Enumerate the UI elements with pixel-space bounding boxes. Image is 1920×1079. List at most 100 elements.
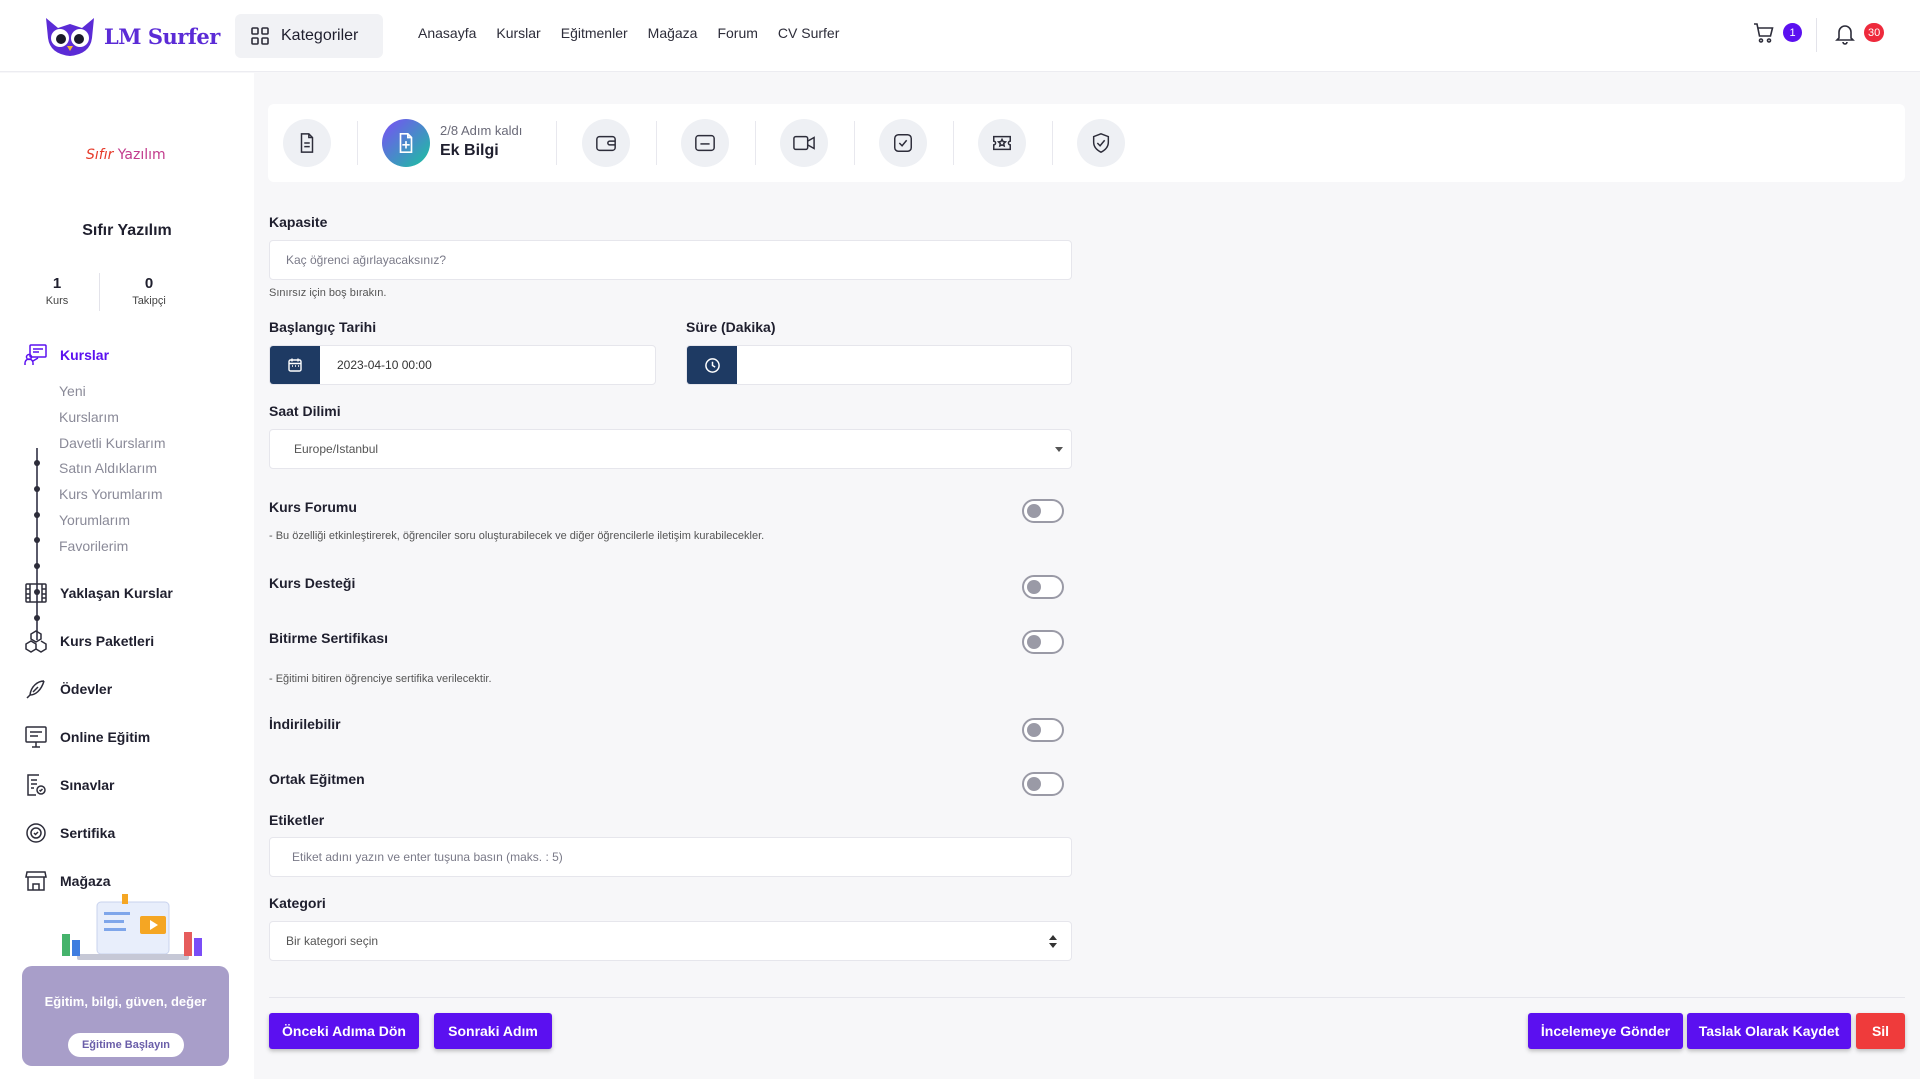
nav-forum[interactable]: Forum [717,25,757,41]
certificate-badge-icon [26,823,46,843]
promo-text: Eğitim, bilgi, güven, değer [44,994,207,1009]
step-4[interactable] [681,119,729,167]
sidebar-item-odevler[interactable]: Ödevler [24,677,112,701]
sort-arrows-icon [1049,935,1057,948]
sidebar-subitem-yorumlarim[interactable]: Yorumlarım [59,512,130,528]
exam-icon [27,774,46,796]
nav-kurslar[interactable]: Kurslar [496,25,540,41]
sidebar-item-yaklasan[interactable]: Yaklaşan Kurslar [24,581,173,605]
capacity-label: Kapasite [269,214,328,230]
nav-magaza[interactable]: Mağaza [648,25,698,41]
film-icon [25,583,47,603]
laptop-illustration-icon [62,894,202,960]
divider [1816,18,1817,52]
start-date-field[interactable]: 2023-04-10 00:00 [269,345,656,385]
duration-label: Süre (Dakika) [686,319,776,335]
stat-value: 1 [52,275,62,292]
step-8[interactable] [1077,119,1125,167]
bell-icon[interactable] [1835,23,1855,45]
forum-toggle[interactable] [1022,499,1064,523]
sidebar-item-magaza[interactable]: Mağaza [24,869,111,893]
sidebar-item-online-egitim[interactable]: Online Eğitim [24,725,150,749]
promo-card: Eğitim, bilgi, güven, değer Eğitime Başl… [22,894,229,1067]
stat-label: Takipçi [132,295,166,307]
nav-egitmenler[interactable]: Eğitmenler [561,25,628,41]
capacity-hint: Sınırsız için boş bırakın. [269,287,387,299]
start-learning-button[interactable]: Eğitime Başlayın [68,1033,184,1057]
owl-logo-icon [46,18,94,56]
grid-icon [251,27,269,45]
clock-button[interactable] [687,346,737,384]
checkbox-icon [894,134,912,152]
step-divider [755,121,756,165]
toggle-label-co-instructor: Ortak Eğitmen [269,771,365,787]
step-2-current[interactable] [382,119,430,167]
sidebar-subitem-kurslarim[interactable]: Kurslarım [59,409,119,425]
co-instructor-toggle[interactable] [1022,772,1064,796]
step-3[interactable] [582,119,630,167]
certificate-toggle[interactable] [1022,630,1064,654]
step-1[interactable] [283,119,331,167]
step-5[interactable] [780,119,828,167]
timezone-select[interactable]: Europe/Istanbul [269,429,1072,469]
prev-step-button[interactable]: Önceki Adıma Dön [269,1013,419,1049]
send-review-button[interactable]: İncelemeye Gönder [1528,1013,1683,1049]
divider [269,997,1905,998]
sidebar-item-label: Sertifika [60,825,116,841]
wizard-steps: 2/8 Adım kaldı Ek Bilgi [268,104,1905,182]
notification-count-badge: 30 [1864,23,1885,42]
org-name: Sıfır Yazılım [82,222,172,239]
shield-check-icon [1092,133,1110,153]
site-logo[interactable]: LM Surfer [40,14,220,58]
toggle-label-forum: Kurs Forumu [269,499,357,515]
cart-icon[interactable] [1753,22,1775,44]
sidebar-item-sertifika[interactable]: Sertifika [24,821,115,845]
categories-button[interactable]: Kategoriler [235,14,383,58]
downloadable-toggle[interactable] [1022,718,1064,742]
step-6[interactable] [879,119,927,167]
document-icon [300,133,314,153]
nav-anasayfa[interactable]: Anasayfa [418,25,476,41]
sidebar-subitem-favorilerim[interactable]: Favorilerim [59,538,128,554]
clock-icon [704,357,720,373]
support-toggle[interactable] [1022,575,1064,599]
tags-input[interactable]: Etiket adını yazın ve enter tuşuna basın… [269,837,1072,877]
org-logo: Sıfır Yazılım [86,147,166,163]
step-7[interactable] [978,119,1026,167]
start-date-label: Başlangıç Tarihi [269,319,377,335]
duration-field[interactable] [686,345,1072,385]
sidebar-subitem-yeni[interactable]: Yeni [59,383,86,399]
folder-icon [695,134,715,152]
sidebar-item-label: Online Eğitim [60,729,151,745]
step-divider [357,121,358,165]
sidebar-subitem-kurs-yorumlarim[interactable]: Kurs Yorumlarım [59,486,162,502]
stat-followers: 0 Takipçi [119,275,179,307]
sidebar-item-label: Sınavlar [60,777,115,793]
calendar-button[interactable] [270,346,320,384]
step-divider [1052,121,1053,165]
save-draft-button[interactable]: Taslak Olarak Kaydet [1687,1013,1851,1049]
sidebar-item-paketler[interactable]: Kurs Paketleri [24,629,154,653]
toggle-label-support: Kurs Desteği [269,575,356,591]
category-select[interactable]: Bir kategori seçin [269,921,1072,961]
capacity-input[interactable]: Kaç öğrenci ağırlayacaksınız? [269,240,1072,280]
subnav-dot [34,512,40,518]
next-step-button[interactable]: Sonraki Adım [434,1013,552,1049]
sidebar-item-label: Kurslar [60,347,110,363]
sidebar-item-kurslar[interactable]: Kurslar [24,343,109,367]
sidebar: Sıfır Yazılım Sıfır Yazılım 1 Kurs 0 Tak… [0,73,254,1079]
subnav-dot [34,537,40,543]
wallet-icon [596,135,616,152]
duration-value [737,346,754,384]
chevron-down-icon [1055,447,1063,452]
sidebar-subitem-davetli[interactable]: Davetli Kurslarım [59,435,166,451]
sidebar-item-sinavlar[interactable]: Sınavlar [24,773,114,797]
subnav-dot [34,563,40,569]
org-logo-part2: Yazılım [113,147,166,163]
calendar-icon [288,358,302,372]
step-divider [656,121,657,165]
subnav-line [36,448,38,640]
nav-cv-surfer[interactable]: CV Surfer [778,25,839,41]
delete-button[interactable]: Sil [1856,1013,1905,1049]
sidebar-subitem-satin[interactable]: Satın Aldıklarım [59,460,157,476]
